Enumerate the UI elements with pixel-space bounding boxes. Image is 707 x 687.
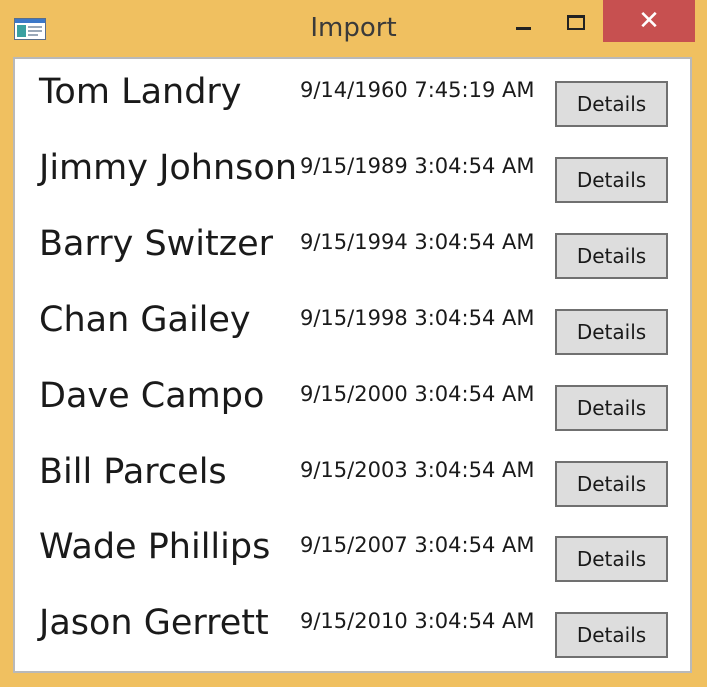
- details-button[interactable]: Details: [555, 612, 668, 658]
- list-item: Jason Gerrett 9/15/2010 3:04:54 AM Detai…: [15, 595, 690, 671]
- details-button[interactable]: Details: [555, 385, 668, 431]
- coach-name: Chan Gailey: [39, 300, 251, 340]
- coach-list: Tom Landry 9/14/1960 7:45:19 AM Details …: [13, 57, 692, 673]
- coach-date: 9/15/2010 3:04:54 AM: [300, 609, 535, 633]
- details-button[interactable]: Details: [555, 309, 668, 355]
- coach-date: 9/15/2003 3:04:54 AM: [300, 458, 535, 482]
- list-item: Dave Campo 9/15/2000 3:04:54 AM Details: [15, 368, 690, 444]
- maximize-icon: [567, 15, 585, 30]
- list-item: Bill Parcels 9/15/2003 3:04:54 AM Detail…: [15, 444, 690, 520]
- window-title: Import: [310, 13, 397, 43]
- coach-date: 9/15/2000 3:04:54 AM: [300, 382, 535, 406]
- details-button[interactable]: Details: [555, 536, 668, 582]
- details-button[interactable]: Details: [555, 233, 668, 279]
- coach-name: Barry Switzer: [39, 224, 274, 264]
- app-window-icon[interactable]: [14, 18, 46, 40]
- minimize-button[interactable]: [500, 0, 546, 42]
- coach-date: 9/15/1989 3:04:54 AM: [300, 154, 535, 178]
- coach-date: 9/15/1998 3:04:54 AM: [300, 306, 535, 330]
- details-button[interactable]: Details: [555, 461, 668, 507]
- coach-name: Jimmy Johnson: [39, 148, 298, 188]
- coach-name: Jason Gerrett: [39, 603, 269, 643]
- list-item: Wade Phillips 9/15/2007 3:04:54 AM Detai…: [15, 519, 690, 595]
- list-item: Jimmy Johnson 9/15/1989 3:04:54 AM Detai…: [15, 140, 690, 216]
- import-window: Import ✕ Tom Landry 9/14/1960 7:45:19 AM…: [0, 0, 707, 687]
- close-icon: ✕: [638, 6, 660, 36]
- close-button[interactable]: ✕: [603, 0, 695, 42]
- list-item: Barry Switzer 9/15/1994 3:04:54 AM Detai…: [15, 216, 690, 292]
- coach-name: Wade Phillips: [39, 527, 271, 567]
- coach-name: Tom Landry: [39, 72, 242, 112]
- coach-name: Bill Parcels: [39, 452, 227, 492]
- details-button[interactable]: Details: [555, 81, 668, 127]
- minimize-icon: [516, 27, 531, 30]
- maximize-button[interactable]: [551, 0, 597, 42]
- coach-date: 9/15/1994 3:04:54 AM: [300, 230, 535, 254]
- list-item: Chan Gailey 9/15/1998 3:04:54 AM Details: [15, 292, 690, 368]
- coach-name: Dave Campo: [39, 376, 265, 416]
- list-item: Tom Landry 9/14/1960 7:45:19 AM Details: [15, 64, 690, 140]
- coach-date: 9/15/2007 3:04:54 AM: [300, 533, 535, 557]
- coach-date: 9/14/1960 7:45:19 AM: [300, 78, 535, 102]
- details-button[interactable]: Details: [555, 157, 668, 203]
- title-bar[interactable]: Import ✕: [0, 0, 707, 56]
